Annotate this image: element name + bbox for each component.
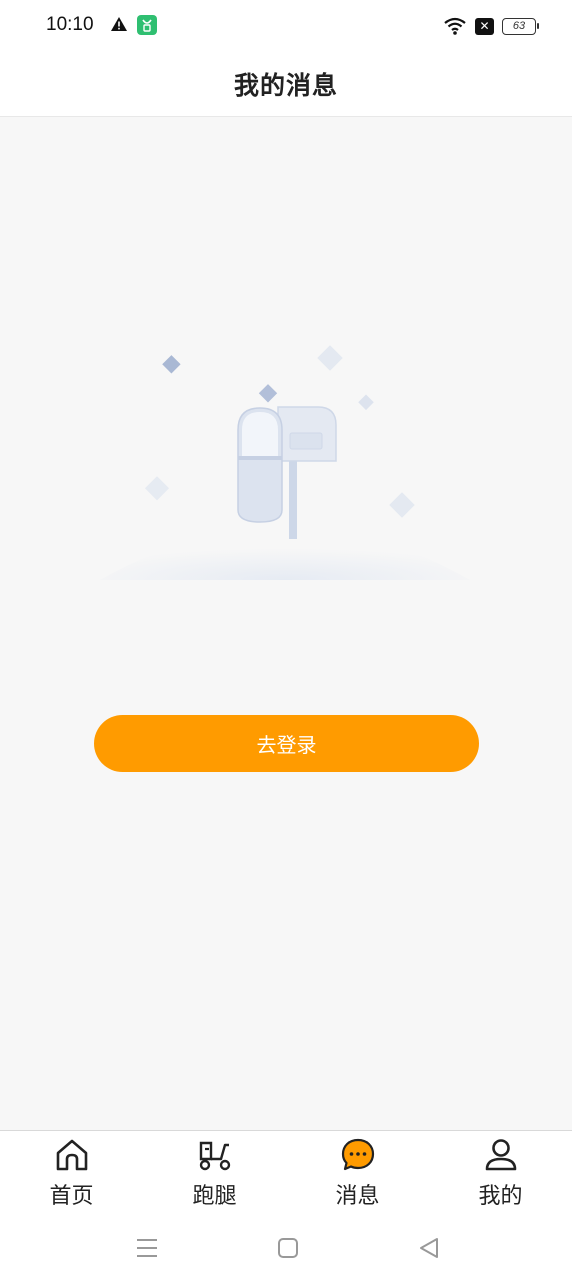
empty-mailbox-illustration	[100, 345, 470, 580]
battery-level: 63	[512, 19, 526, 32]
status-time: 10:10	[46, 14, 94, 35]
battery-icon: 63	[502, 17, 539, 35]
status-indicators: ✕ 63	[443, 15, 539, 37]
system-nav-bar	[0, 1218, 572, 1280]
wifi-icon	[444, 17, 466, 35]
warning-icon	[111, 17, 127, 31]
tab-mine[interactable]: 我的	[429, 1131, 572, 1218]
tab-errand-label: 跑腿	[192, 1184, 237, 1209]
menu-icon[interactable]	[133, 1234, 161, 1262]
login-button[interactable]: 去登录	[94, 715, 479, 772]
tab-errand[interactable]: 跑腿	[143, 1131, 286, 1218]
back-icon[interactable]	[415, 1234, 443, 1262]
page-title: 我的消息	[233, 71, 338, 100]
home-button-icon[interactable]	[274, 1234, 302, 1262]
status-bar: 10:10 ✕ 63	[0, 0, 572, 52]
header: 我的消息	[0, 52, 572, 117]
tab-home-label: 首页	[49, 1184, 94, 1209]
home-icon	[56, 1139, 87, 1171]
app-notification-icon	[137, 15, 157, 35]
tab-messages[interactable]: 消息	[286, 1131, 429, 1218]
tab-mine-label: 我的	[478, 1184, 523, 1209]
tab-messages-label: 消息	[335, 1184, 380, 1209]
chat-bubble-icon	[341, 1138, 374, 1171]
no-sim-icon: ✕	[475, 17, 494, 35]
scooter-icon	[199, 1141, 230, 1171]
user-icon	[485, 1139, 516, 1171]
tab-bar: 首页 跑腿 消息 我的	[0, 1130, 572, 1218]
tab-home[interactable]: 首页	[0, 1131, 143, 1218]
